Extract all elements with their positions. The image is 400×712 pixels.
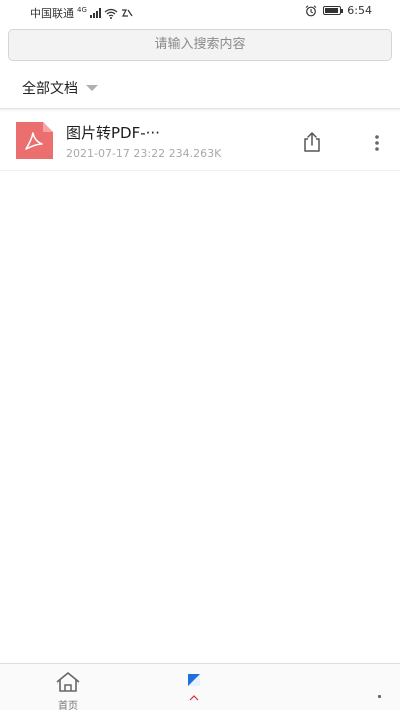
signal-icon [89, 8, 101, 18]
file-name: 图片转PDF-··· [66, 124, 160, 142]
home-icon [56, 672, 80, 692]
battery-icon [323, 6, 344, 15]
list-item[interactable]: 图片转PDF-··· 2021-07-17 23:22 234.263K [0, 112, 400, 170]
row-divider [0, 170, 400, 171]
status-bar: 中国联通 4G 6:54 [0, 0, 400, 24]
file-meta: 2021-07-17 23:22 234.263K [66, 147, 222, 160]
documents-icon [188, 674, 200, 701]
wifi-icon [104, 8, 118, 19]
clock: 6:54 [347, 4, 372, 17]
status-left: 中国联通 4G [30, 5, 133, 21]
filter-label: 全部文档 [22, 81, 78, 97]
nav-home[interactable]: 首页 [48, 669, 88, 712]
bottom-nav: 首页 [0, 663, 400, 712]
share-icon[interactable] [301, 131, 323, 153]
search-input[interactable]: 请输入搜索内容 [8, 29, 392, 61]
pdf-icon [16, 122, 53, 159]
status-right: 6:54 [305, 4, 372, 17]
network-type: 4G [77, 6, 87, 14]
search-placeholder: 请输入搜索内容 [154, 37, 246, 52]
carrier-label: 中国联通 [30, 7, 74, 20]
more-options-icon[interactable] [369, 134, 385, 152]
nav-indicator-dot [378, 695, 381, 698]
document-filter-dropdown[interactable]: 全部文档 [22, 78, 98, 98]
chevron-down-icon [86, 85, 98, 91]
nfc-icon [121, 9, 133, 17]
nav-documents[interactable] [186, 670, 216, 710]
alarm-icon [305, 4, 317, 16]
